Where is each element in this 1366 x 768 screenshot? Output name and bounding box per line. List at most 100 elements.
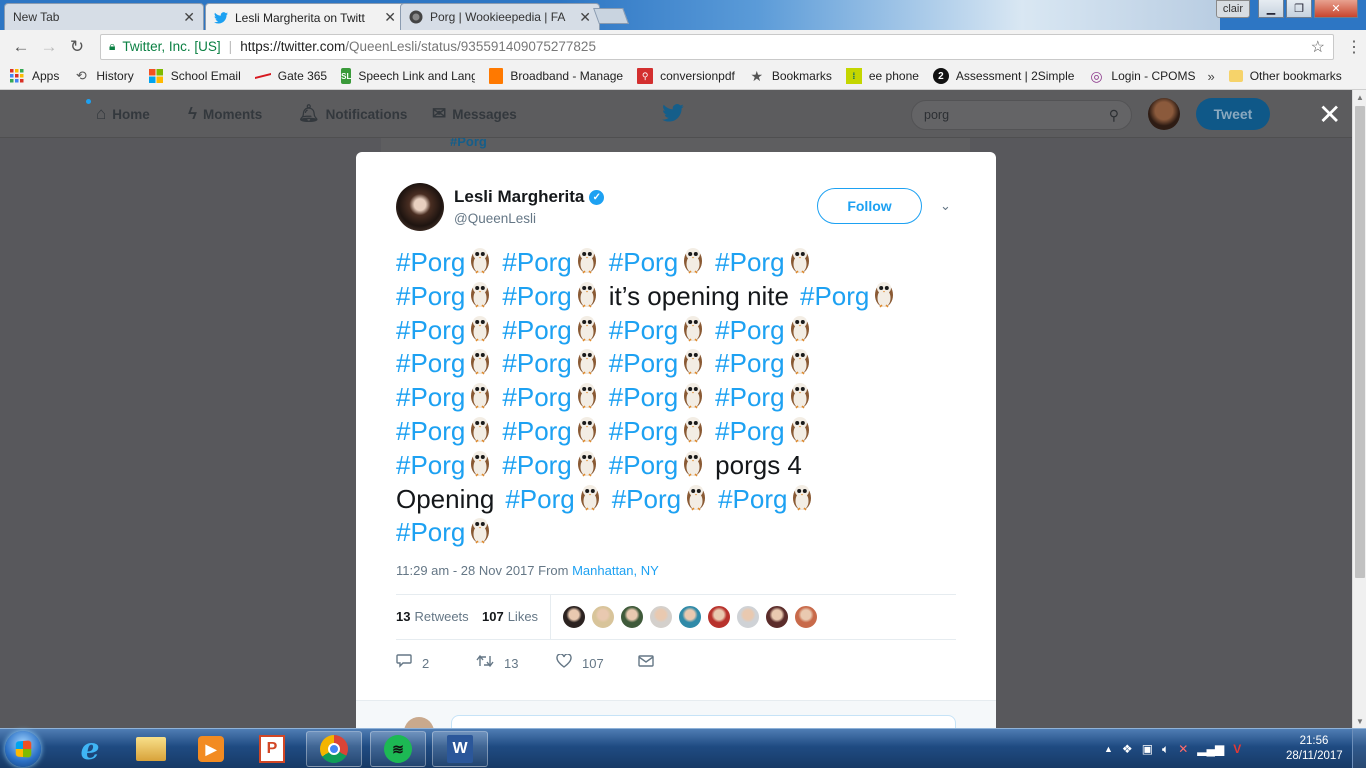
reply-button[interactable]: 2: [396, 653, 476, 673]
taskbar-powerpoint[interactable]: P: [244, 731, 300, 767]
window-close-icon[interactable]: ✕: [1314, 0, 1358, 18]
bookmark-broadband[interactable]: Broadband - Manage: [489, 68, 623, 84]
twitter-logo-icon[interactable]: [662, 104, 684, 128]
bookmark-star-icon[interactable]: ☆: [1311, 37, 1325, 57]
reload-icon[interactable]: ↻: [64, 34, 90, 60]
bookmark-conversionpdf[interactable]: ⚲ conversionpdf: [637, 68, 735, 84]
retweets-stat[interactable]: 13 Retweets: [396, 609, 469, 624]
hashtag-link[interactable]: #Porg: [502, 315, 571, 345]
liker-avatar[interactable]: [562, 605, 586, 629]
taskbar-word[interactable]: W: [432, 731, 488, 767]
hashtag-link[interactable]: #Porg: [715, 348, 784, 378]
hashtag-link[interactable]: #Porg: [715, 382, 784, 412]
liker-avatar[interactable]: [736, 605, 760, 629]
liker-avatar[interactable]: [591, 605, 615, 629]
tab-wookieepedia[interactable]: Porg | Wookieepedia | FA ✕: [400, 3, 600, 30]
retweet-button[interactable]: 13: [476, 654, 556, 673]
follow-button[interactable]: Follow: [817, 188, 922, 224]
start-button[interactable]: [5, 731, 41, 767]
nav-messages[interactable]: ✉ Messages: [432, 90, 517, 138]
scroll-down-icon[interactable]: ▼: [1353, 714, 1366, 728]
restore-icon[interactable]: ❐: [1286, 0, 1312, 18]
network-error-icon[interactable]: ✕: [1178, 742, 1188, 756]
compose-tweet-button[interactable]: Tweet: [1196, 98, 1270, 130]
hashtag-link[interactable]: #Porg: [396, 281, 465, 311]
bookmarks-overflow-button[interactable]: »: [1207, 69, 1214, 84]
hashtag-link[interactable]: #Porg: [718, 484, 787, 514]
hashtag-link[interactable]: #Porg: [396, 416, 465, 446]
nav-home[interactable]: ⌂ Home: [96, 90, 150, 138]
liker-avatar[interactable]: [620, 605, 644, 629]
author-handle[interactable]: @QueenLesli: [454, 211, 536, 226]
tweet-location-link[interactable]: Manhattan, NY: [572, 563, 659, 578]
hashtag-link[interactable]: #Porg: [609, 247, 678, 277]
bookmark-school-email[interactable]: School Email: [148, 68, 241, 84]
forward-arrow-icon[interactable]: →: [36, 34, 62, 60]
address-bar[interactable]: 🔒︎ Twitter, Inc. [US] | https://twitter.…: [100, 33, 1334, 60]
taskbar-clock[interactable]: 21:56 28/11/2017: [1286, 734, 1343, 764]
taskbar-chrome[interactable]: [306, 731, 362, 767]
liker-avatar[interactable]: [678, 605, 702, 629]
tab-twitter[interactable]: Lesli Margherita on Twitt ✕: [205, 3, 405, 30]
show-desktop-button[interactable]: [1352, 729, 1366, 768]
signal-icon[interactable]: ▂▄▆: [1197, 742, 1224, 756]
likes-stat[interactable]: 107 Likes: [482, 609, 538, 624]
hashtag-link[interactable]: #Porg: [609, 315, 678, 345]
browser-menu-icon[interactable]: ⋮: [1346, 37, 1362, 57]
page-scrollbar[interactable]: ▲ ▼: [1352, 90, 1366, 728]
hashtag-link[interactable]: #Porg: [715, 315, 784, 345]
hashtag-link[interactable]: #Porg: [502, 281, 571, 311]
hashtag-link[interactable]: #Porg: [396, 348, 465, 378]
author-avatar[interactable]: [396, 183, 444, 231]
bookmark-apps[interactable]: Apps: [9, 68, 59, 84]
tab-close-icon[interactable]: ✕: [183, 9, 195, 26]
hashtag-link[interactable]: #Porg: [609, 416, 678, 446]
antivirus-icon[interactable]: V: [1233, 742, 1241, 756]
profile-button[interactable]: clair: [1215, 0, 1250, 18]
devices-icon[interactable]: ▣: [1142, 742, 1153, 756]
liker-avatar[interactable]: [707, 605, 731, 629]
hashtag-link[interactable]: #Porg: [502, 416, 571, 446]
hashtag-link[interactable]: #Porg: [612, 484, 681, 514]
tab-close-icon[interactable]: ✕: [384, 9, 396, 26]
back-arrow-icon[interactable]: ←: [8, 34, 34, 60]
tray-expand-icon[interactable]: ▲: [1104, 744, 1113, 754]
hashtag-link[interactable]: #Porg: [502, 450, 571, 480]
bookmark-bookmarks[interactable]: ★ Bookmarks: [749, 68, 832, 84]
scrollbar-thumb[interactable]: [1355, 106, 1365, 578]
bookmark-2simple[interactable]: 2 Assessment | 2Simple: [932, 68, 1074, 84]
nav-notifications[interactable]: 🔔︎ Notifications: [298, 90, 407, 138]
taskbar-spotify[interactable]: ≋: [370, 731, 426, 767]
bookmark-cpoms[interactable]: ◎ Login - CPOMS: [1088, 68, 1195, 84]
bookmark-speech-link[interactable]: SL Speech Link and Lang: [341, 68, 475, 84]
liker-avatar[interactable]: [649, 605, 673, 629]
taskbar-internet-explorer[interactable]: e: [62, 731, 118, 767]
hashtag-link[interactable]: #Porg: [502, 382, 571, 412]
taskbar-media-player[interactable]: ▶: [183, 731, 239, 767]
hashtag-link[interactable]: #Porg: [715, 416, 784, 446]
bookmark-gate365[interactable]: Gate 365: [254, 68, 327, 84]
tab-new-tab[interactable]: New Tab ✕: [4, 3, 204, 30]
hashtag-link[interactable]: #Porg: [800, 281, 869, 311]
hashtag-link[interactable]: #Porg: [609, 450, 678, 480]
author-name[interactable]: Lesli Margherita ✓: [454, 187, 605, 207]
reply-input[interactable]: [451, 715, 956, 728]
new-tab-button[interactable]: [593, 8, 629, 24]
nav-moments[interactable]: ϟ Moments: [188, 90, 262, 138]
direct-message-button[interactable]: [638, 654, 664, 672]
chevron-down-icon[interactable]: ⌄: [940, 198, 951, 214]
hashtag-link[interactable]: #Porg: [609, 348, 678, 378]
twitter-search-input[interactable]: porg ⚲: [911, 100, 1132, 130]
hashtag-link[interactable]: #Porg: [396, 382, 465, 412]
hashtag-link[interactable]: #Porg: [502, 247, 571, 277]
volume-icon[interactable]: 🔈︎: [1162, 742, 1169, 757]
like-button[interactable]: 107: [556, 652, 638, 673]
hashtag-link[interactable]: #Porg: [505, 484, 574, 514]
bookmark-ee-phone[interactable]: ⁞ ee phone: [845, 68, 919, 84]
tab-close-icon[interactable]: ✕: [579, 9, 591, 26]
hashtag-link[interactable]: #Porg: [396, 247, 465, 277]
hashtag-link[interactable]: #Porg: [396, 450, 465, 480]
other-bookmarks[interactable]: Other bookmarks: [1228, 69, 1342, 83]
close-overlay-icon[interactable]: ✕: [1318, 100, 1341, 130]
user-avatar[interactable]: [1148, 98, 1180, 130]
